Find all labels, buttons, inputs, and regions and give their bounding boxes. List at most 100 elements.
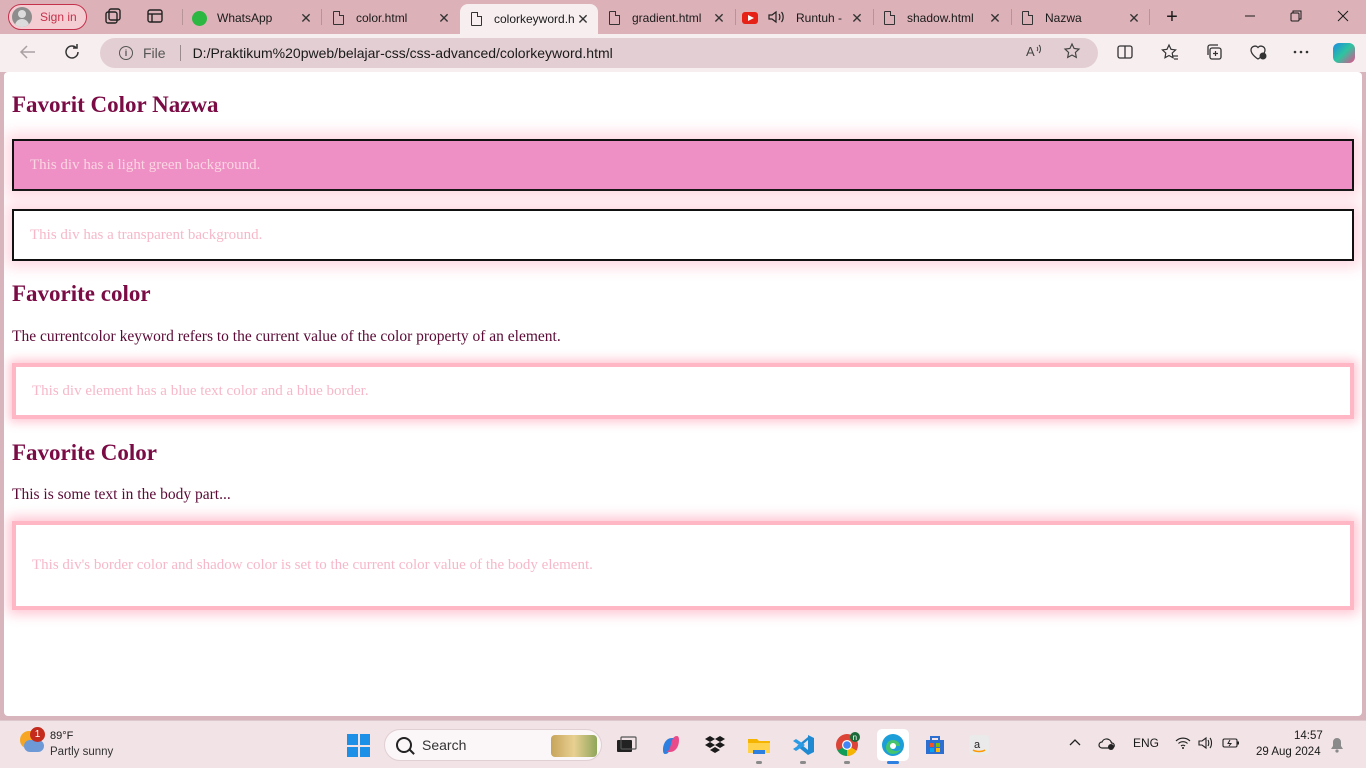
taskbar-search[interactable]: Search [384,729,602,761]
weather-description[interactable]: Partly sunny [50,746,113,758]
new-tab-button[interactable]: + [1160,6,1184,28]
edge-icon[interactable] [877,729,909,761]
task-view-icon[interactable] [613,732,639,758]
close-tab-icon[interactable]: ✕ [435,10,453,27]
sign-in-label: Sign in [40,10,77,24]
battery-icon[interactable] [1222,736,1240,753]
microsoft-store-icon[interactable] [922,732,948,758]
page-icon [881,10,897,26]
tab-title: gradient.html [632,11,702,25]
svg-text:n: n [853,733,857,742]
language-indicator[interactable]: ENG [1133,736,1159,750]
running-indicator [844,761,850,764]
tab-whatsapp[interactable]: WhatsApp ✕ [183,4,321,32]
close-tab-icon[interactable]: ✕ [848,10,866,27]
close-tab-icon[interactable]: ✕ [710,10,728,27]
address-bar[interactable]: i File D:/Praktikum%20pweb/belajar-css/c… [100,38,1098,68]
heading-favorite-color: Favorite color [12,281,151,306]
restore-icon[interactable] [1284,6,1308,28]
clock-date[interactable]: 29 Aug 2024 [1256,746,1321,758]
clock-time[interactable]: 14:57 [1294,730,1323,742]
profile-avatar-icon [12,7,32,27]
browser-tab-strip: Sign in WhatsApp ✕ color.html ✕ colorkey… [0,0,1366,34]
heading-favorite-color-2: Favorite Color [12,440,157,465]
weather-temperature[interactable]: 89°F [50,730,73,742]
notification-bell-icon[interactable] [1330,737,1344,756]
tab-title: WhatsApp [217,11,273,25]
tab-gradient-html[interactable]: gradient.html ✕ [598,4,734,32]
windows-taskbar: 1 89°F Partly sunny Search n a ENG 14:57… [0,720,1366,768]
volume-icon[interactable] [1198,736,1214,753]
read-aloud-icon[interactable]: A [1024,43,1046,63]
page-heading-favorit-color: Favorit Color Nazwa [12,92,219,117]
svg-text:A: A [1026,44,1035,59]
windows-start-icon[interactable] [347,734,370,757]
back-arrow-icon[interactable] [18,43,38,63]
tab-title: Nazwa [1045,11,1082,25]
shadow-color-box: This div's border color and shadow color… [12,521,1354,610]
tab-title: colorkeyword.h [494,12,574,26]
favorite-star-icon[interactable] [1061,42,1083,64]
svg-text:a: a [974,739,981,751]
page-viewport: Favorit Color Nazwa This div has a light… [4,72,1362,716]
tab-color-html[interactable]: color.html ✕ [322,4,459,32]
close-tab-icon[interactable]: ✕ [1125,10,1143,27]
wifi-icon[interactable] [1175,736,1191,753]
split-screen-icon[interactable] [1115,43,1135,63]
running-indicator [800,761,806,764]
close-tab-icon[interactable]: ✕ [297,10,315,27]
transparent-background-box: This div has a transparent background. [12,209,1354,261]
show-hidden-icons-chevron-icon[interactable] [1068,736,1082,753]
workspaces-icon[interactable] [103,7,123,27]
tab-youtube-runtuh[interactable]: Runtuh - ✕ [734,4,872,32]
browser-toolbar: i File D:/Praktikum%20pweb/belajar-css/c… [0,34,1366,72]
favorites-icon[interactable] [1160,43,1180,63]
page-icon [1019,10,1035,26]
url-text[interactable]: D:/Praktikum%20pweb/belajar-css/css-adva… [193,45,1024,61]
tab-title: shadow.html [907,11,974,25]
copilot-icon[interactable] [1333,43,1355,63]
copilot-taskbar-icon[interactable] [658,732,684,758]
light-green-background-box: This div has a light green background. [12,139,1354,191]
page-icon [468,11,484,27]
tab-title: Runtuh - [796,11,843,25]
tab-colorkeyword-html[interactable]: colorkeyword.h ✕ [460,4,598,34]
address-divider [179,45,181,61]
search-highlight-image[interactable] [551,735,597,757]
more-options-icon[interactable] [1291,43,1311,63]
currentcolor-description: The currentcolor keyword refers to the c… [12,328,561,345]
close-window-icon[interactable] [1331,6,1355,28]
tab-shadow-html[interactable]: shadow.html ✕ [873,4,1010,32]
collections-icon[interactable] [1204,43,1224,63]
amazon-icon[interactable]: a [966,732,992,758]
page-icon [606,10,622,26]
tab-separator [1149,9,1150,25]
blue-border-box: This div element has a blue text color a… [12,363,1354,419]
refresh-icon[interactable] [62,43,82,63]
cloud-sync-icon[interactable] [1098,736,1116,755]
close-tab-icon[interactable]: ✕ [574,11,592,28]
whatsapp-icon [191,10,207,26]
tab-actions-icon[interactable] [145,7,165,27]
dropbox-icon[interactable] [702,732,728,758]
body-text-paragraph: This is some text in the body part... [12,486,231,503]
browser-essentials-icon[interactable] [1248,43,1268,63]
minimize-icon[interactable] [1238,6,1262,28]
sign-in-button[interactable]: Sign in [8,4,87,30]
tab-nazwa[interactable]: Nazwa ✕ [1011,4,1149,32]
site-info-icon[interactable]: i [119,46,133,60]
active-app-indicator [887,761,899,764]
file-explorer-icon[interactable] [746,732,772,758]
audio-playing-icon[interactable] [768,10,786,27]
youtube-icon [742,10,758,26]
search-icon [396,737,412,753]
search-placeholder: Search [422,737,467,753]
chrome-icon[interactable]: n [834,732,860,758]
vscode-icon[interactable] [790,732,816,758]
close-tab-icon[interactable]: ✕ [986,10,1004,27]
tab-title: color.html [356,11,408,25]
page-icon [330,10,346,26]
scheme-label: File [143,45,166,61]
running-indicator [756,761,762,764]
weather-notification-badge: 1 [30,727,45,742]
